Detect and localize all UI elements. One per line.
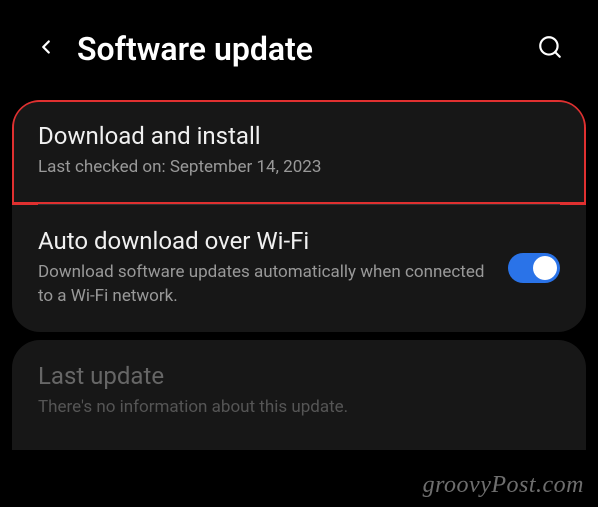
- auto-download-item[interactable]: Auto download over Wi-Fi Download softwa…: [12, 205, 586, 333]
- download-install-title: Download and install: [38, 122, 560, 150]
- auto-download-toggle[interactable]: [508, 253, 560, 283]
- auto-download-title: Auto download over Wi-Fi: [38, 227, 488, 255]
- last-update-title: Last update: [38, 362, 560, 390]
- page-title: Software update: [77, 30, 517, 68]
- toggle-knob: [533, 256, 557, 280]
- header: Software update: [0, 0, 598, 88]
- download-install-item[interactable]: Download and install Last checked on: Se…: [12, 100, 586, 205]
- settings-card: Download and install Last checked on: Se…: [12, 100, 586, 332]
- last-update-subtitle: There's no information about this update…: [38, 396, 560, 420]
- watermark: groovyPost.com: [423, 472, 584, 499]
- auto-download-subtitle: Download software updates automatically …: [38, 261, 488, 309]
- last-update-card: Last update There's no information about…: [12, 340, 586, 450]
- search-icon[interactable]: [537, 34, 563, 64]
- back-icon[interactable]: [35, 36, 57, 62]
- download-install-subtitle: Last checked on: September 14, 2023: [38, 156, 560, 180]
